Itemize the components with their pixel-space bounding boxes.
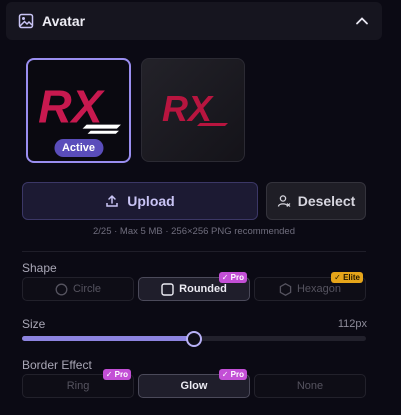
upload-label: Upload (127, 193, 175, 209)
avatar-panel-header[interactable]: Avatar (6, 2, 382, 40)
avatar-gallery: RX Active RX (26, 58, 245, 163)
avatar-option[interactable]: RX (141, 58, 245, 162)
size-slider[interactable] (22, 331, 366, 347)
upload-button[interactable]: Upload (22, 182, 258, 220)
size-slider-thumb[interactable] (186, 331, 202, 347)
border-option-ring[interactable]: Ring ✓ Pro (22, 369, 134, 398)
svg-text:RX: RX (162, 88, 214, 129)
pro-badge: ✓ Pro (218, 369, 247, 380)
avatar-option-active[interactable]: RX Active (26, 58, 131, 163)
border-option-glow[interactable]: Glow ✓ Pro (138, 369, 250, 398)
border-effect-label: Border Effect (22, 358, 92, 372)
rounded-square-icon (161, 282, 174, 296)
chevron-up-icon[interactable] (354, 13, 370, 29)
shape-selector: Circle Rounded ✓ Pro Hexagon ✓ Elite (22, 272, 366, 301)
border-effect-selector: Ring ✓ Pro Glow ✓ Pro None (22, 369, 366, 398)
panel-title: Avatar (42, 13, 86, 29)
size-slider-fill (22, 336, 194, 341)
image-icon (18, 13, 34, 29)
upload-hint: 2/25 · Max 5 MB · 256×256 PNG recommende… (93, 226, 295, 237)
shape-option-hexagon[interactable]: Hexagon ✓ Elite (254, 272, 366, 301)
deselect-label: Deselect (297, 193, 356, 209)
upload-icon (105, 194, 119, 208)
size-label: Size (22, 317, 46, 331)
border-option-none[interactable]: None (254, 374, 366, 398)
deselect-button[interactable]: Deselect (266, 182, 366, 220)
hexagon-icon (279, 282, 292, 296)
size-value: 112px (337, 318, 367, 330)
divider (22, 251, 366, 252)
user-remove-icon (277, 194, 291, 208)
elite-badge: ✓ Elite (331, 272, 363, 283)
active-badge: Active (53, 139, 104, 157)
circle-icon (55, 283, 68, 296)
shape-option-rounded[interactable]: Rounded ✓ Pro (138, 272, 250, 301)
rx-logo: RX (162, 88, 228, 129)
shape-label: Shape (22, 261, 57, 275)
pro-badge: ✓ Pro (218, 272, 247, 283)
pro-badge: ✓ Pro (102, 369, 131, 380)
shape-option-circle[interactable]: Circle (22, 277, 134, 301)
